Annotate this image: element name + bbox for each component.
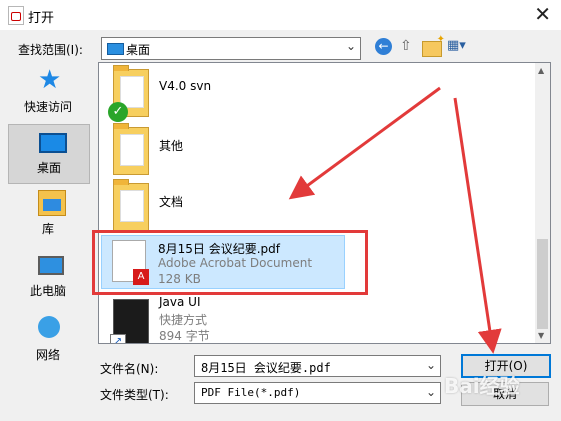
filename-value: 8月15日 会议纪要.pdf — [201, 361, 331, 375]
filetype-value: PDF File(*.pdf) — [201, 386, 301, 399]
chevron-down-icon[interactable]: ⌄ — [426, 358, 436, 372]
watermark-logo: Bai经验 — [444, 374, 520, 398]
filetype-select[interactable]: PDF File(*.pdf) ⌄ — [194, 382, 441, 404]
filename-label: 文件名(N): — [100, 362, 159, 376]
filename-input[interactable]: 8月15日 会议纪要.pdf ⌄ — [194, 355, 441, 377]
chevron-down-icon[interactable]: ⌄ — [426, 385, 436, 399]
arrow-to-file — [288, 86, 441, 200]
arrow-to-open — [453, 97, 502, 354]
filetype-label: 文件类型(T): — [100, 388, 169, 402]
